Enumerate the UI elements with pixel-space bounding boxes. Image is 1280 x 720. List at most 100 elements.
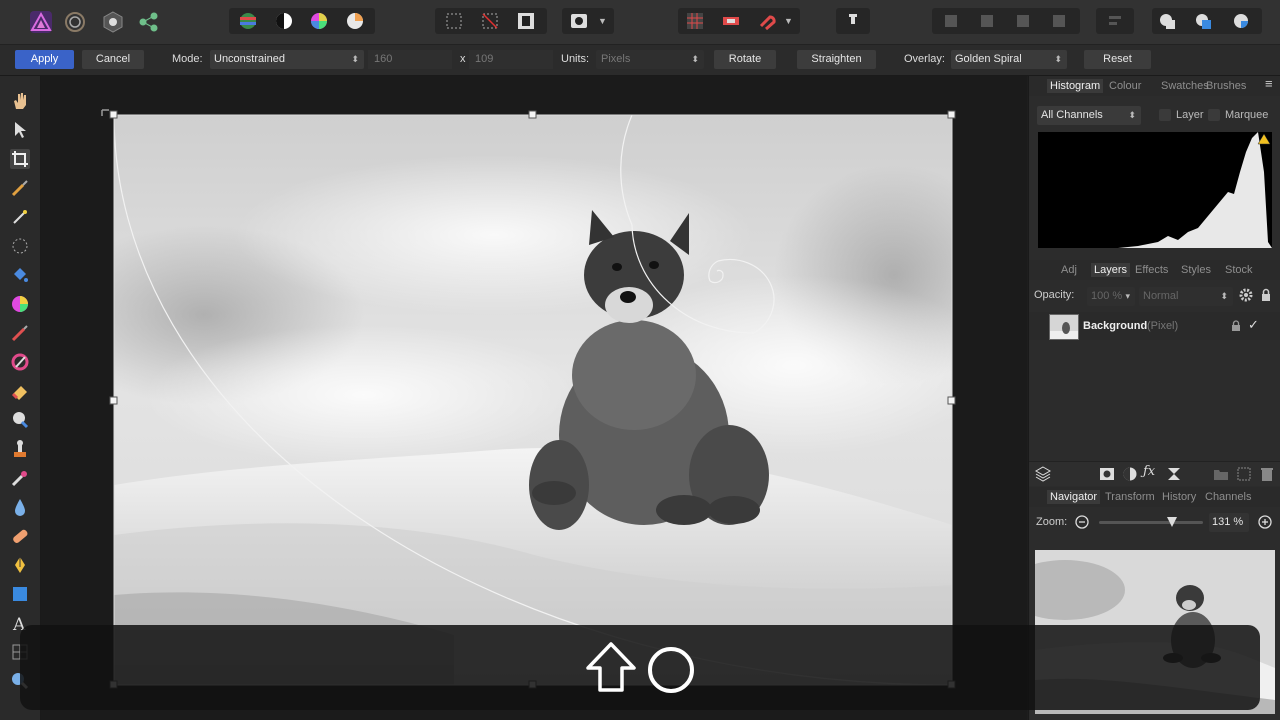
move-front-icon[interactable] — [1050, 12, 1068, 30]
hsl-icon[interactable] — [310, 12, 328, 30]
channel-value: All Channels — [1041, 109, 1103, 121]
size-separator: x — [460, 53, 466, 65]
layer-lock-icon[interactable] — [1230, 320, 1242, 332]
smudge-brush-icon[interactable] — [10, 468, 30, 488]
tab-histogram[interactable]: Histogram — [1047, 79, 1104, 93]
intersect-shape-icon[interactable] — [1232, 12, 1250, 30]
invert-selection-icon[interactable] — [517, 12, 535, 30]
tab-effects[interactable]: Effects — [1135, 263, 1168, 277]
gear-icon[interactable] — [1239, 288, 1253, 302]
move-back-icon[interactable] — [942, 12, 960, 30]
hourglass-icon[interactable] — [1166, 466, 1182, 482]
move-tool-icon[interactable] — [10, 120, 30, 140]
align-icon[interactable] — [1106, 12, 1124, 30]
healing-brush-icon[interactable] — [10, 526, 30, 546]
rectangle-tool-icon[interactable] — [10, 584, 30, 604]
crop-handle-left[interactable] — [109, 396, 118, 405]
photo-persona-icon[interactable] — [30, 11, 52, 33]
colour-replacement-icon[interactable] — [10, 352, 30, 372]
tab-colour[interactable]: Colour — [1109, 79, 1141, 93]
panel-menu-icon[interactable]: ≡ — [1265, 77, 1273, 91]
snapping-dropdown-icon[interactable]: ▼ — [784, 12, 794, 30]
fx-icon[interactable]: ƒx — [1143, 464, 1161, 482]
colour-picker-icon[interactable] — [10, 294, 30, 314]
trash-icon[interactable] — [1259, 466, 1275, 482]
move-forward-icon[interactable] — [1014, 12, 1032, 30]
reset-button[interactable]: Reset — [1084, 50, 1151, 69]
flood-fill-icon[interactable] — [10, 265, 30, 285]
tab-history[interactable]: History — [1162, 490, 1196, 504]
crop-height-field[interactable]: 109 — [469, 50, 553, 69]
crop-handle-top[interactable] — [528, 110, 537, 119]
clone-brush-icon[interactable] — [10, 439, 30, 459]
deselect-icon[interactable] — [481, 12, 499, 30]
tab-adj[interactable]: Adj — [1061, 263, 1077, 277]
layer-row[interactable]: Background (Pixel) ✓ — [1029, 312, 1280, 340]
layer-visibility-check-icon[interactable]: ✓ — [1248, 317, 1260, 332]
channel-select[interactable]: All Channels ⬍ — [1037, 106, 1141, 125]
select-all-icon[interactable] — [445, 12, 463, 30]
crop-tool-icon[interactable] — [10, 149, 30, 169]
quick-mask-icon[interactable] — [570, 12, 588, 30]
dodge-brush-icon[interactable] — [10, 410, 30, 430]
black-white-icon[interactable] — [275, 12, 293, 30]
pen-tool-icon[interactable] — [10, 555, 30, 575]
hand-tool-icon[interactable] — [10, 91, 30, 111]
tab-layers[interactable]: Layers — [1091, 263, 1131, 277]
crop-handle-right[interactable] — [947, 396, 956, 405]
folder-icon[interactable] — [1213, 466, 1229, 482]
snapping-icon[interactable] — [758, 12, 776, 31]
levels-icon[interactable] — [239, 12, 257, 30]
zoom-out-icon[interactable] — [1075, 515, 1089, 529]
lock-icon[interactable] — [1259, 288, 1273, 302]
layer-checkbox[interactable] — [1159, 109, 1171, 121]
tab-channels[interactable]: Channels — [1205, 490, 1251, 504]
subtract-shape-icon[interactable] — [1194, 12, 1212, 30]
assistant-icon[interactable] — [722, 12, 740, 30]
cancel-button[interactable]: Cancel — [82, 50, 144, 69]
liquify-persona-icon[interactable] — [64, 11, 86, 33]
selection-brush-icon[interactable] — [10, 178, 30, 198]
tab-brushes[interactable]: Brushes — [1206, 79, 1246, 93]
marquee-checkbox[interactable] — [1208, 109, 1220, 121]
zoom-in-icon[interactable] — [1258, 515, 1272, 529]
crop-handle-top-right[interactable] — [947, 110, 956, 119]
mask-layer-icon[interactable] — [1099, 466, 1115, 482]
apply-button[interactable]: Apply — [15, 50, 74, 69]
overlay-select[interactable]: Golden Spiral ⬍ — [951, 50, 1067, 69]
flood-select-icon[interactable] — [10, 207, 30, 227]
grid-icon[interactable] — [686, 12, 704, 30]
tab-stock[interactable]: Stock — [1225, 263, 1253, 277]
opacity-label: Opacity: — [1034, 289, 1075, 301]
zoom-slider[interactable] — [1099, 517, 1203, 527]
rotate-button[interactable]: Rotate — [714, 50, 776, 69]
move-backward-icon[interactable] — [978, 12, 996, 30]
white-balance-icon[interactable] — [346, 12, 364, 30]
context-toolbar-toggle[interactable] — [836, 8, 870, 34]
adjustment-icon[interactable] — [1122, 466, 1138, 482]
straighten-button[interactable]: Straighten — [797, 50, 876, 69]
tab-styles[interactable]: Styles — [1181, 263, 1211, 277]
opacity-field[interactable]: 100 % ▾ — [1087, 287, 1135, 306]
quick-mask-dropdown-icon[interactable]: ▼ — [598, 12, 608, 30]
erase-brush-icon[interactable] — [10, 381, 30, 401]
layers-stack-icon[interactable] — [1034, 466, 1052, 482]
crop-width-field[interactable]: 160 — [368, 50, 452, 69]
export-persona-icon[interactable] — [138, 11, 160, 33]
mode-select[interactable]: Unconstrained ⬍ — [210, 50, 364, 69]
tab-navigator[interactable]: Navigator — [1047, 490, 1101, 504]
paint-brush-icon[interactable] — [10, 323, 30, 343]
blur-brush-icon[interactable] — [10, 497, 30, 517]
marquee-tool-icon[interactable] — [10, 236, 30, 256]
tab-transform[interactable]: Transform — [1105, 490, 1155, 504]
add-shape-icon[interactable] — [1158, 12, 1176, 30]
units-select[interactable]: Pixels ⬍ — [596, 50, 704, 69]
zoom-slider-thumb[interactable] — [1166, 517, 1177, 527]
zoom-value-field[interactable]: 131 % — [1209, 513, 1249, 532]
blend-mode-select[interactable]: Normal ⬍ — [1139, 287, 1233, 306]
develop-persona-icon[interactable] — [102, 11, 124, 33]
tab-swatches[interactable]: Swatches — [1161, 79, 1209, 93]
crop-handle-top-left[interactable] — [109, 110, 118, 119]
add-layer-icon[interactable] — [1236, 466, 1252, 482]
rotate-corner-icon — [101, 109, 109, 116]
